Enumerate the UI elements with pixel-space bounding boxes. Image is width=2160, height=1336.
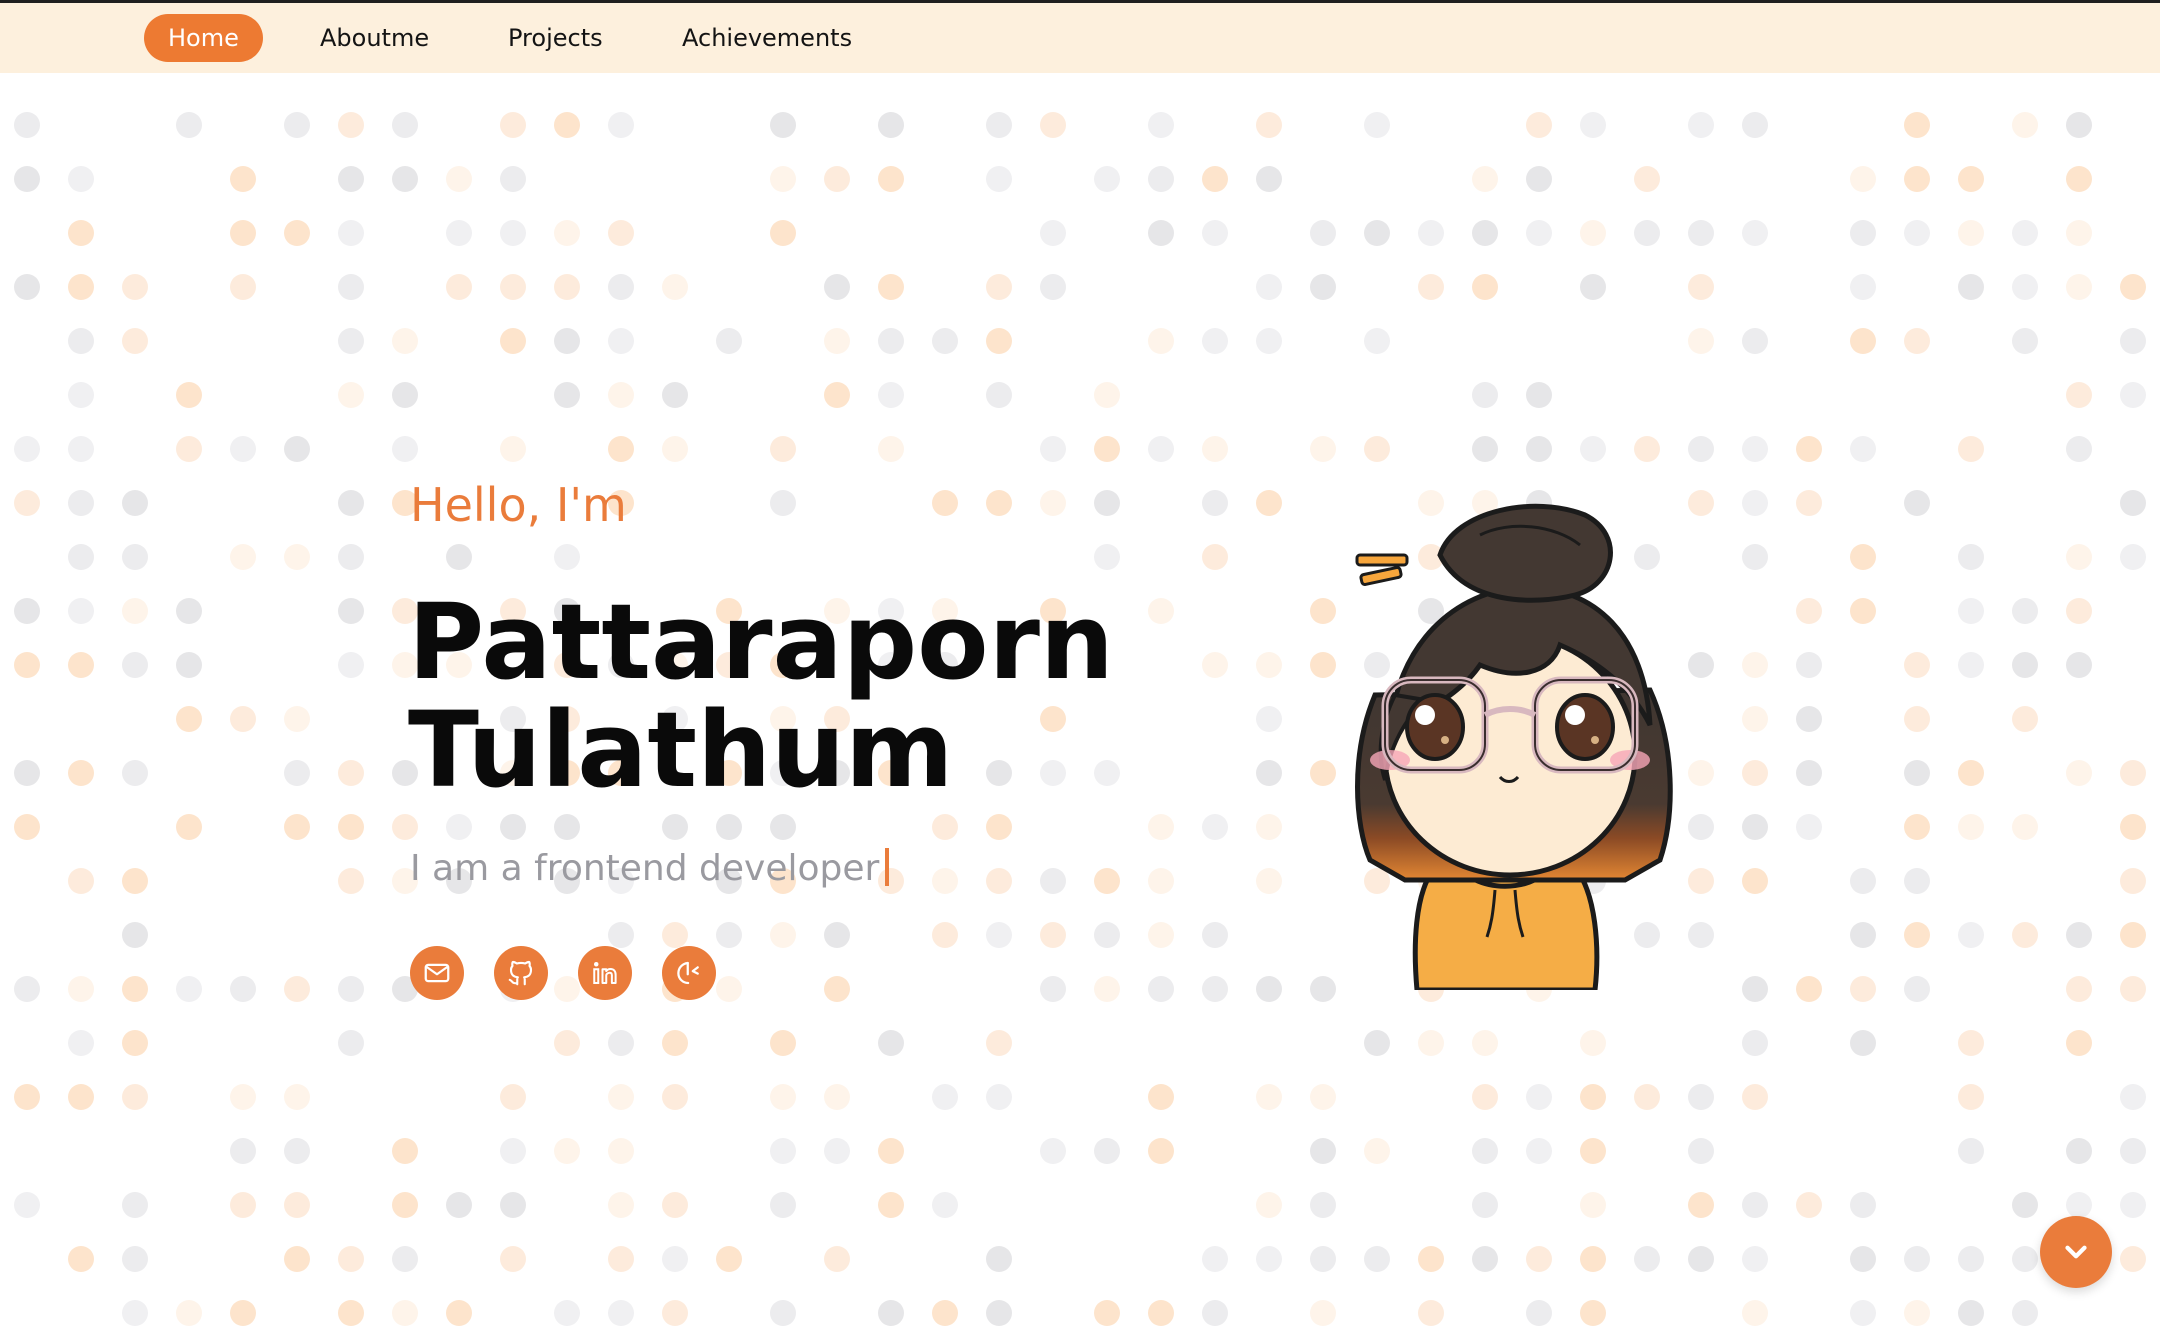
email-link[interactable]: [410, 946, 464, 1000]
hero-name: Pattaraporn Tulathum: [408, 588, 1114, 804]
github-icon: [508, 960, 533, 986]
scroll-down-button[interactable]: [2040, 1216, 2112, 1288]
chevron-down-icon: [2065, 1245, 2087, 1259]
medium-icon: [677, 961, 699, 985]
hero-last-name: Tulathum: [408, 689, 954, 811]
hero-greeting: Hello, I'm: [410, 478, 627, 532]
chibi-avatar-illustration: [1355, 503, 1673, 990]
nav-home[interactable]: Home: [144, 14, 263, 62]
github-link[interactable]: [494, 946, 548, 1000]
nav-projects[interactable]: Projects: [484, 14, 627, 62]
hero-first-name: Pattaraporn: [408, 581, 1114, 703]
typing-caret: [885, 848, 890, 886]
tagline-text: I am a frontend developer: [410, 848, 880, 889]
hero-tagline: I am a frontend developer: [410, 848, 890, 889]
mail-icon: [424, 963, 450, 983]
medium-link[interactable]: [662, 946, 716, 1000]
navbar: Home Aboutme Projects Achievements: [0, 3, 2160, 73]
linkedin-icon: [593, 962, 617, 984]
linkedin-link[interactable]: [578, 946, 632, 1000]
nav-achievements[interactable]: Achievements: [658, 14, 876, 62]
nav-aboutme[interactable]: Aboutme: [296, 14, 453, 62]
